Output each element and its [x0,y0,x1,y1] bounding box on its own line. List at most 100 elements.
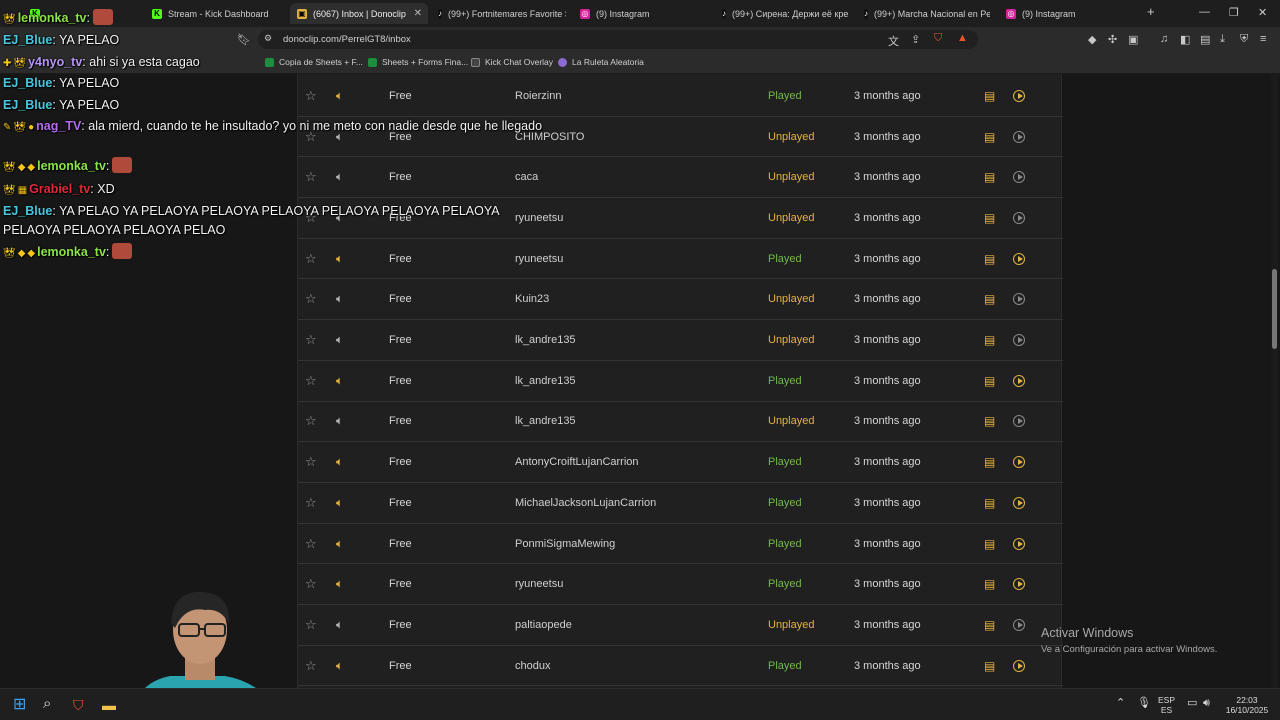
add-to-queue-icon[interactable]: ▤ [984,496,995,510]
translate-icon[interactable]: 文 [888,33,899,49]
search-icon[interactable]: ⌕ [43,695,51,712]
scrollbar-thumb[interactable] [1272,269,1277,349]
star-icon[interactable]: ☆ [305,536,317,552]
add-to-queue-icon[interactable]: ▤ [984,659,995,673]
url-text[interactable]: donoclip.com/PerrelGT8/inbox [283,34,411,45]
bookmark-icon[interactable]: 🔖︎ [237,33,251,46]
brave-rewards-icon[interactable]: ▲ [957,32,968,44]
play-icon[interactable] [1013,374,1025,387]
tab-kick-dashboard[interactable]: K Stream - Kick Dashboard [152,3,287,24]
play-icon[interactable] [1013,130,1025,143]
tray-chevron-icon[interactable]: ⌃ [1116,698,1125,709]
table-row[interactable]: ☆ 🔈︎ Free chodux Played 3 months ago ▤ [298,646,1063,687]
add-to-queue-icon[interactable]: ▤ [984,374,995,388]
tab-instagram-2[interactable]: ◎ (9) Instagram [1006,3,1126,24]
network-icon[interactable]: ▭ [1187,698,1197,709]
puzzle-icon[interactable]: ✣ [1108,33,1117,46]
tab-tiktok-fortnitemares[interactable]: ♪ (99+) Fortnitemares Favorite Sk [438,3,566,24]
volume-icon[interactable]: 🔊︎ [1203,698,1210,709]
table-row[interactable]: ☆ 🔈︎ Free AntonyCroiftLujanCarrion Played 3 m… [298,442,1063,483]
scrollbar-track[interactable] [1271,74,1278,688]
share-icon[interactable]: ⇪ [911,33,920,46]
star-icon[interactable]: ☆ [305,251,317,267]
star-icon[interactable]: ☆ [305,373,317,389]
star-icon[interactable]: ☆ [305,413,317,429]
star-icon[interactable]: ☆ [305,169,317,185]
play-icon[interactable] [1013,252,1025,265]
microphone-icon[interactable]: 🎙︎ [1137,698,1151,709]
add-to-queue-icon[interactable]: ▤ [984,252,995,266]
bookmark-item[interactable]: Kick Chat Overlay [471,57,553,67]
site-info-icon[interactable]: ⚙ [264,33,272,44]
add-to-queue-icon[interactable]: ▤ [984,130,995,144]
play-icon[interactable] [1013,89,1025,102]
table-row[interactable]: ☆ 🔈︎ Free caca Unplayed 3 months ago ▤ [298,157,1063,199]
tab-donoclip-inbox[interactable]: ▣ (6067) Inbox | Donoclip ✕ [290,3,428,24]
play-icon[interactable] [1013,496,1025,509]
play-icon[interactable] [1013,659,1025,672]
play-icon[interactable] [1013,171,1025,184]
star-icon[interactable]: ☆ [305,332,317,348]
table-row[interactable]: ☆ 🔈︎ Free Kuin23 Unplayed 3 months ago ▤ [298,280,1063,321]
play-icon[interactable] [1013,211,1025,224]
wallet-icon[interactable]: ▤ [1200,33,1210,46]
new-tab-icon[interactable]: + [1147,4,1155,19]
add-to-queue-icon[interactable]: ▤ [984,455,995,469]
table-row[interactable]: ☆ 🔈︎ Free ryuneetsu Played 3 months ago ▤ [298,239,1063,280]
table-row[interactable]: ☆ 🔈︎ Free MichaelJacksonLujanCarrion Played 3… [298,483,1063,524]
close-window-icon[interactable]: ✕ [1258,6,1267,19]
brave-shield-icon[interactable]: ⛉ [934,32,942,45]
play-icon[interactable] [1013,456,1025,469]
table-row[interactable]: ☆ 🔈︎ Free paltiaopede Unplayed 3 months ago ▤ [298,605,1063,646]
bookmark-item[interactable]: Sheets + Forms Fina... [368,57,468,67]
table-row[interactable]: ☆ 🔈︎ Free ryuneetsu Played 3 months ago ▤ [298,564,1063,606]
media-icon[interactable]: ♫ [1160,33,1168,45]
add-to-queue-icon[interactable]: ▤ [984,618,995,632]
add-to-queue-icon[interactable]: ▤ [984,292,995,306]
download-icon[interactable]: ⤓ [1220,33,1225,46]
tab-instagram[interactable]: ◎ (9) Instagram [580,3,700,24]
table-row[interactable]: ☆ 🔈︎ Free lk_andre135 Played 3 months ago ▤ [298,361,1063,402]
add-to-queue-icon[interactable]: ▤ [984,414,995,428]
bookmark-item[interactable]: Copia de Sheets + F... [265,57,363,67]
add-to-queue-icon[interactable]: ▤ [984,577,995,591]
maximize-icon[interactable]: ❐ [1229,6,1239,19]
address-bar[interactable]: ⚙ donoclip.com/PerrelGT8/inbox 文 ⇪ ⛉ ▲ [258,30,978,49]
screenshot-icon[interactable]: ▣ [1128,33,1138,46]
clock[interactable]: 22:03 16/10/2025 [1222,695,1272,715]
vpn-icon[interactable]: ⛨ [1240,33,1248,46]
star-icon[interactable]: ☆ [305,658,317,674]
add-to-queue-icon[interactable]: ▤ [984,211,995,225]
play-icon[interactable] [1013,334,1025,347]
play-icon[interactable] [1013,537,1025,550]
star-icon[interactable]: ☆ [305,495,317,511]
sidebar-icon[interactable]: ◧ [1180,33,1190,46]
tab-tiktok-marcha[interactable]: ♪ (99+) Marcha Nacional en Perú [864,3,990,24]
close-tab-icon[interactable]: ✕ [414,8,428,19]
brave-browser-icon[interactable]: ⛉ [73,697,84,714]
minimize-icon[interactable]: — [1199,6,1210,18]
star-icon[interactable]: ☆ [305,617,317,633]
language-indicator[interactable]: ESP ES [1158,695,1175,715]
add-to-queue-icon[interactable]: ▤ [984,170,995,184]
bookmark-item[interactable]: La Ruleta Aleatoria [558,57,644,67]
menu-icon[interactable]: ≡ [1260,33,1266,45]
tab-tiktok-sirena[interactable]: ♪ (99+) Сирена: Держи её крепк [722,3,848,24]
play-icon[interactable] [1013,293,1025,306]
star-icon[interactable]: ☆ [305,88,317,104]
table-row[interactable]: ☆ 🔈︎ Free Roierzinn Played 3 months ago ▤ [298,76,1063,117]
star-icon[interactable]: ☆ [305,454,317,470]
star-icon[interactable]: ☆ [305,576,317,592]
windows-start-icon[interactable]: ⊞ [13,694,26,714]
play-icon[interactable] [1013,578,1025,591]
add-to-queue-icon[interactable]: ▤ [984,89,995,103]
table-row[interactable]: ☆ 🔈︎ Free PonmiSigmaMewing Played 3 months ag… [298,524,1063,565]
extension-icon[interactable]: ◆ [1088,33,1096,46]
file-explorer-icon[interactable]: ▬ [102,697,116,713]
add-to-queue-icon[interactable]: ▤ [984,333,995,347]
star-icon[interactable]: ☆ [305,291,317,307]
play-icon[interactable] [1013,415,1025,428]
table-row[interactable]: ☆ 🔈︎ Free lk_andre135 Unplayed 3 months ago ▤ [298,402,1063,443]
add-to-queue-icon[interactable]: ▤ [984,537,995,551]
table-row[interactable]: ☆ 🔈︎ Free lk_andre135 Unplayed 3 months ago ▤ [298,320,1063,361]
